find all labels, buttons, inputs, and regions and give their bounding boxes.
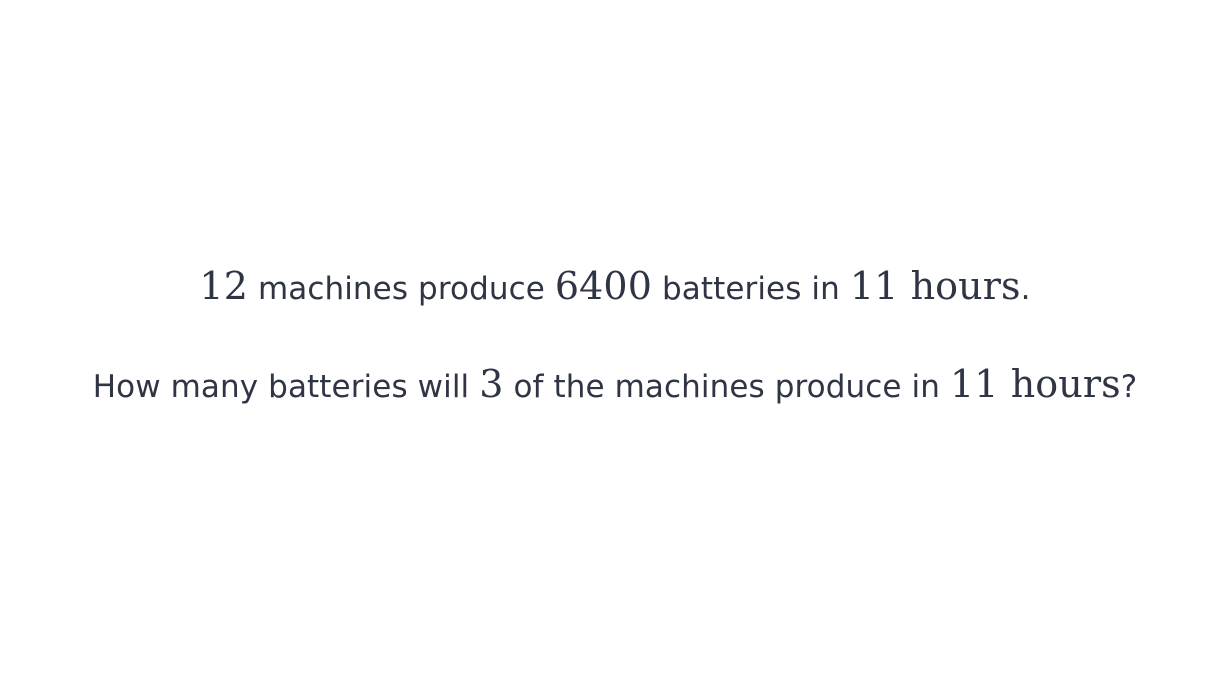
problem-statement: 12 machines produce 6400 batteries in 11…	[199, 264, 1030, 311]
problem-question: How many batteries will 3 of the machine…	[93, 362, 1138, 409]
statement-space	[898, 264, 910, 308]
hours-value: 11	[849, 264, 899, 308]
question-hours-unit: hours	[1010, 362, 1121, 406]
statement-text-1: machines produce	[247, 271, 555, 307]
battery-count: 6400	[554, 264, 652, 308]
question-space	[999, 362, 1011, 406]
question-machine-count: 3	[479, 362, 504, 406]
question-hours-value: 11	[949, 362, 999, 406]
statement-period: .	[1020, 271, 1031, 307]
question-mark: ?	[1120, 369, 1138, 405]
question-text-1: How many batteries will	[92, 369, 480, 405]
hours-unit: hours	[910, 264, 1021, 308]
machine-count: 12	[199, 264, 248, 308]
statement-text-2: batteries in	[651, 271, 850, 307]
question-text-2: of the machines produce in	[503, 369, 950, 405]
word-problem: 12 machines produce 6400 batteries in 11…	[0, 0, 1230, 673]
